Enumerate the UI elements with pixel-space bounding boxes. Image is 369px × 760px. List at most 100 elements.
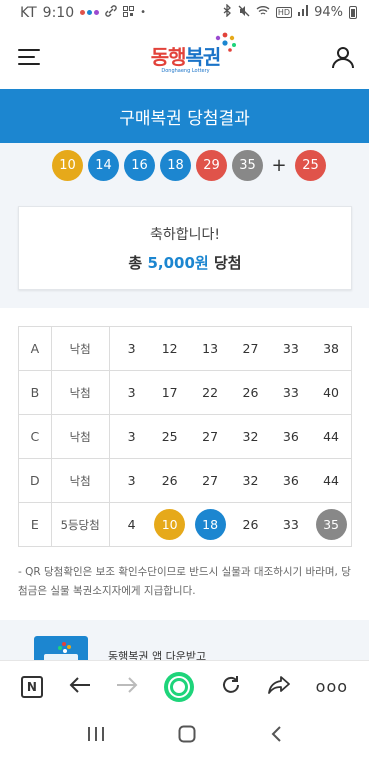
- row-label: B: [18, 370, 52, 415]
- banner-text: 동행복권 앱 다운받고: [108, 650, 207, 660]
- bluetooth-icon: [223, 3, 232, 21]
- refresh-icon[interactable]: [220, 674, 242, 700]
- wifi-icon: [256, 5, 270, 20]
- prize-amount: 5,000원: [147, 253, 209, 272]
- ticket-number: 36: [270, 414, 312, 459]
- row-status: 5등당첨: [51, 502, 110, 547]
- winning-ball: 35: [232, 150, 263, 181]
- ticket-number: 44: [311, 414, 352, 459]
- ticket-number: 27: [189, 458, 231, 503]
- bonus-plus: +: [271, 155, 287, 176]
- logo-text-a: 동행: [150, 44, 187, 69]
- home-icon[interactable]: [178, 725, 196, 747]
- ticket-number: 44: [311, 458, 352, 503]
- ticket-number: 26: [149, 458, 190, 503]
- signal-icon: [298, 5, 309, 20]
- row-status: 낙첨: [51, 458, 110, 503]
- winning-ball: 18: [160, 150, 191, 181]
- green-dot-button[interactable]: [164, 671, 195, 702]
- app-icon: [34, 636, 88, 660]
- row-label: D: [18, 458, 52, 503]
- android-nav-bar: [0, 712, 369, 760]
- ticket-number: 12: [149, 326, 190, 371]
- winning-ball: 14: [88, 150, 119, 181]
- status-bar: KT 9:10 • HD 94%: [0, 0, 369, 25]
- ticket-row: C 낙첨 3 25 27 32 36 44: [18, 414, 352, 459]
- winning-ball: 16: [124, 150, 155, 181]
- browser-toolbar: N ooo: [0, 660, 369, 712]
- logo[interactable]: 동행복권 Donghaeng Lottery: [150, 32, 237, 74]
- ticket-number: 18: [189, 502, 231, 547]
- ticket-number: 3: [109, 414, 150, 459]
- carrier: KT: [20, 4, 37, 21]
- result-card: 축하합니다! 총 5,000원 당첨: [18, 206, 352, 290]
- site-header: 동행복권 Donghaeng Lottery: [0, 25, 369, 89]
- ticket-number: 38: [311, 326, 352, 371]
- ticket-number: 33: [270, 502, 312, 547]
- app-download-banner[interactable]: 동행복권 앱 다운받고: [0, 620, 369, 660]
- recent-apps-icon[interactable]: [87, 726, 105, 746]
- prize-suffix: 당첨: [213, 253, 242, 272]
- clock: 9:10: [42, 4, 75, 21]
- share-icon[interactable]: [267, 675, 290, 699]
- ticket-number: 27: [230, 326, 271, 371]
- prize-prefix: 총: [128, 253, 143, 272]
- notification-dots-icon: [80, 10, 100, 15]
- congrats-text: 축하합니다!: [149, 226, 220, 243]
- matched-ball: 10: [154, 509, 186, 540]
- ticket-number: 13: [189, 326, 231, 371]
- ticket-number: 33: [270, 370, 312, 415]
- ticket-row: B 낙첨 3 17 22 26 33 40: [18, 370, 352, 415]
- ticket-number: 40: [311, 370, 352, 415]
- ticket-table: A 낙첨 3 12 13 27 33 38 B 낙첨 3 17 22 26 33 40 C 낙첨 3 25 27 32 36…: [18, 326, 352, 547]
- ticket-number: 22: [189, 370, 231, 415]
- hd-signal-icon: HD: [275, 7, 293, 18]
- ticket-number: 35: [311, 502, 352, 547]
- more-menu-button[interactable]: ooo: [316, 677, 348, 696]
- mute-icon: [238, 5, 250, 21]
- ticket-number: 17: [149, 370, 190, 415]
- ticket-number: 32: [230, 414, 271, 459]
- ticket-number: 3: [109, 370, 150, 415]
- ticket-number: 32: [230, 458, 271, 503]
- menu-icon[interactable]: [18, 49, 40, 65]
- battery-level: 94%: [314, 5, 343, 20]
- ticket-row: A 낙첨 3 12 13 27 33 38: [18, 326, 352, 371]
- row-label: C: [18, 414, 52, 459]
- battery-icon: [349, 6, 357, 19]
- winning-numbers: 10 14 16 18 29 35 +25: [52, 150, 331, 181]
- back-arrow-icon[interactable]: [69, 676, 91, 698]
- dot-icon: •: [140, 7, 147, 18]
- ticket-number: 36: [270, 458, 312, 503]
- ticket-number: 25: [149, 414, 190, 459]
- winning-ball: 10: [52, 150, 83, 181]
- qr-icon: [123, 5, 135, 21]
- ticket-number: 27: [189, 414, 231, 459]
- row-status: 낙첨: [51, 370, 110, 415]
- ticket-number: 10: [149, 502, 190, 547]
- naver-home-button[interactable]: N: [20, 675, 43, 698]
- matched-ball: 18: [194, 509, 226, 540]
- ticket-row: D 낙첨 3 26 27 32 36 44: [18, 458, 352, 503]
- notice-text: - QR 당첨확인은 보조 확인수단이므로 반드시 실물과 대조하시기 바라며,…: [18, 566, 351, 597]
- ticket-number: 3: [109, 458, 150, 503]
- forward-arrow-icon[interactable]: [116, 676, 138, 698]
- ticket-number: 4: [109, 502, 150, 547]
- prize-text: 총 5,000원 당첨: [128, 252, 241, 273]
- ticket-number: 33: [270, 326, 312, 371]
- bonus-ball: 25: [295, 150, 326, 181]
- logo-burst-icon: [216, 32, 237, 52]
- page-title: 구매복권 당첨결과: [0, 89, 369, 143]
- ticket-number: 26: [230, 370, 271, 415]
- row-status: 낙첨: [51, 414, 110, 459]
- matched-ball: 35: [315, 509, 347, 540]
- row-status: 낙첨: [51, 326, 110, 371]
- user-icon[interactable]: [331, 45, 355, 69]
- back-nav-icon[interactable]: [270, 725, 282, 747]
- row-label: E: [18, 502, 52, 547]
- winning-ball: 29: [196, 150, 227, 181]
- ticket-row: E 5등당첨 4 10 18 26 33 35: [18, 502, 352, 547]
- row-label: A: [18, 326, 52, 371]
- logo-subtitle: Donghaeng Lottery: [161, 67, 210, 74]
- ticket-number: 3: [109, 326, 150, 371]
